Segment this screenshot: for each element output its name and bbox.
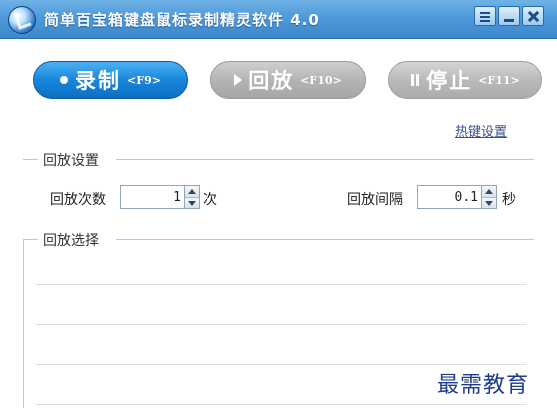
interval-down-arrow-icon[interactable] bbox=[482, 197, 496, 208]
playback-count-unit: 次 bbox=[203, 192, 217, 208]
hotkey-settings-link[interactable]: 热键设置 bbox=[455, 121, 507, 140]
playback-count-value[interactable]: 1 bbox=[121, 190, 184, 205]
record-hotkey: <F9> bbox=[127, 73, 161, 87]
interval-up-arrow-icon[interactable] bbox=[482, 186, 496, 198]
playback-interval-stepper[interactable]: 0.1 bbox=[417, 185, 497, 209]
playback-interval-label: 回放间隔 bbox=[347, 192, 403, 208]
record-dot-icon bbox=[60, 76, 69, 84]
menu-icon[interactable] bbox=[474, 6, 496, 26]
stop-button[interactable]: 停止 <F11> bbox=[388, 61, 542, 99]
playback-interval-unit: 秒 bbox=[502, 192, 516, 208]
count-stepper-arrows bbox=[184, 186, 199, 208]
play-button[interactable]: 回放 <F10> bbox=[210, 61, 366, 99]
playback-count-stepper[interactable]: 1 bbox=[120, 185, 200, 209]
record-label: 录制 bbox=[75, 69, 122, 93]
play-icon bbox=[234, 74, 243, 86]
interval-stepper-arrows bbox=[481, 186, 496, 208]
play-label: 回放 bbox=[248, 69, 295, 93]
settings-group-line-left bbox=[23, 159, 38, 160]
list-row-divider bbox=[36, 324, 526, 325]
minimize-icon[interactable] bbox=[498, 6, 520, 26]
settings-group-line-right bbox=[116, 159, 534, 160]
record-button[interactable]: 录制 <F9> bbox=[33, 61, 188, 99]
stop-icon bbox=[410, 74, 420, 86]
stop-label: 停止 bbox=[426, 69, 473, 93]
title-bar[interactable]: 简单百宝箱键盘鼠标录制精灵软件 4.0 bbox=[0, 0, 557, 39]
close-icon[interactable] bbox=[522, 6, 544, 26]
count-down-arrow-icon[interactable] bbox=[185, 197, 199, 208]
app-logo-icon bbox=[8, 6, 36, 34]
playback-count-label: 回放次数 bbox=[50, 192, 106, 208]
play-hotkey: <F10> bbox=[300, 73, 342, 87]
stop-hotkey: <F11> bbox=[478, 73, 520, 87]
watermark-text: 最需教育 bbox=[437, 373, 530, 398]
list-row-divider bbox=[36, 364, 526, 365]
playback-interval-value[interactable]: 0.1 bbox=[418, 190, 481, 205]
count-up-arrow-icon[interactable] bbox=[185, 186, 199, 198]
list-row-divider bbox=[36, 404, 526, 405]
window-title: 简单百宝箱键盘鼠标录制精灵软件 4.0 bbox=[44, 11, 320, 29]
settings-group-title: 回放设置 bbox=[40, 150, 102, 170]
list-row-divider bbox=[36, 284, 526, 285]
